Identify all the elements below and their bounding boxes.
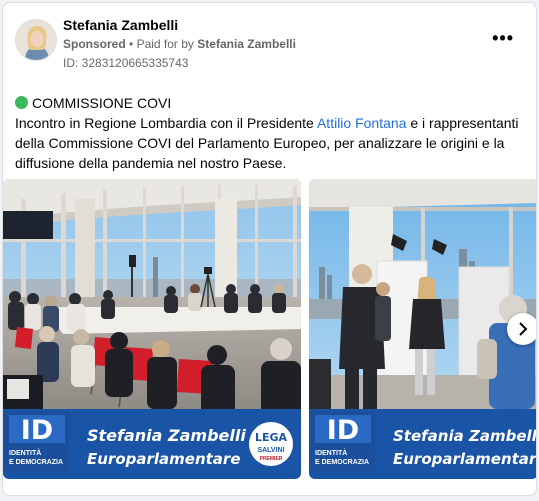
carousel-photo-1[interactable]: ID IDENTITÀ E DEMOCRAZIA Stefania Zambel… bbox=[3, 179, 301, 479]
paid-for-name[interactable]: Stefania Zambelli bbox=[197, 37, 296, 51]
party-logo-top: LEGA bbox=[255, 431, 288, 444]
id-logo-caption-1: IDENTITÀ bbox=[9, 448, 41, 457]
id-logo-letters: ID bbox=[21, 415, 53, 446]
party-logo-sub: PREMIER bbox=[260, 456, 283, 462]
id-logo-caption-2: E DEMOCRAZIA bbox=[9, 459, 63, 466]
headline-row: COMMISSIONE COVI bbox=[15, 93, 525, 113]
sponsored-line: Sponsored • Paid for by Stefania Zambell… bbox=[63, 37, 296, 51]
paid-for-prefix: Paid for by bbox=[136, 37, 194, 51]
carousel-photo-2[interactable]: ID IDENTITÀ E DEMOCRAZIA Stefania Zambel… bbox=[309, 179, 537, 479]
banner-name-2: Stefania Zambelli bbox=[393, 427, 537, 445]
banner-role-2: Europarlamentare bbox=[393, 450, 537, 468]
separator: • bbox=[129, 37, 134, 51]
mention-link[interactable]: Attilio Fontana bbox=[317, 115, 407, 131]
more-options-icon[interactable]: ••• bbox=[492, 29, 514, 47]
id-logo-caption-1-2: IDENTITÀ bbox=[315, 448, 347, 457]
post-body: Incontro in Regione Lombardia con il Pre… bbox=[15, 113, 525, 173]
chevron-right-icon bbox=[519, 322, 528, 336]
id-logo-caption-2-2: E DEMOCRAZIA bbox=[315, 459, 369, 466]
id-logo-letters-2: ID bbox=[327, 415, 359, 446]
photo-carousel: ID IDENTITÀ E DEMOCRAZIA Stefania Zambel… bbox=[3, 179, 536, 479]
headline: COMMISSIONE COVI bbox=[32, 95, 172, 111]
avatar[interactable] bbox=[15, 19, 57, 61]
banner-name: Stefania Zambelli bbox=[87, 426, 246, 445]
ad-card: Stefania Zambelli Sponsored • Paid for b… bbox=[2, 2, 537, 496]
party-logo-bottom: SALVINI bbox=[257, 447, 284, 454]
green-circle-icon bbox=[15, 96, 28, 109]
author-name[interactable]: Stefania Zambelli bbox=[63, 17, 178, 33]
body-part1: Incontro in Regione Lombardia con il Pre… bbox=[15, 115, 317, 131]
banner-role: Europarlamentare bbox=[87, 450, 241, 468]
sponsored-label: Sponsored bbox=[63, 37, 126, 51]
ad-id: ID: 3283120665335743 bbox=[63, 56, 189, 70]
carousel-next-button[interactable] bbox=[507, 313, 536, 345]
post-text: COMMISSIONE COVI Incontro in Regione Lom… bbox=[15, 93, 525, 173]
post-header: Stefania Zambelli Sponsored • Paid for b… bbox=[3, 3, 536, 78]
